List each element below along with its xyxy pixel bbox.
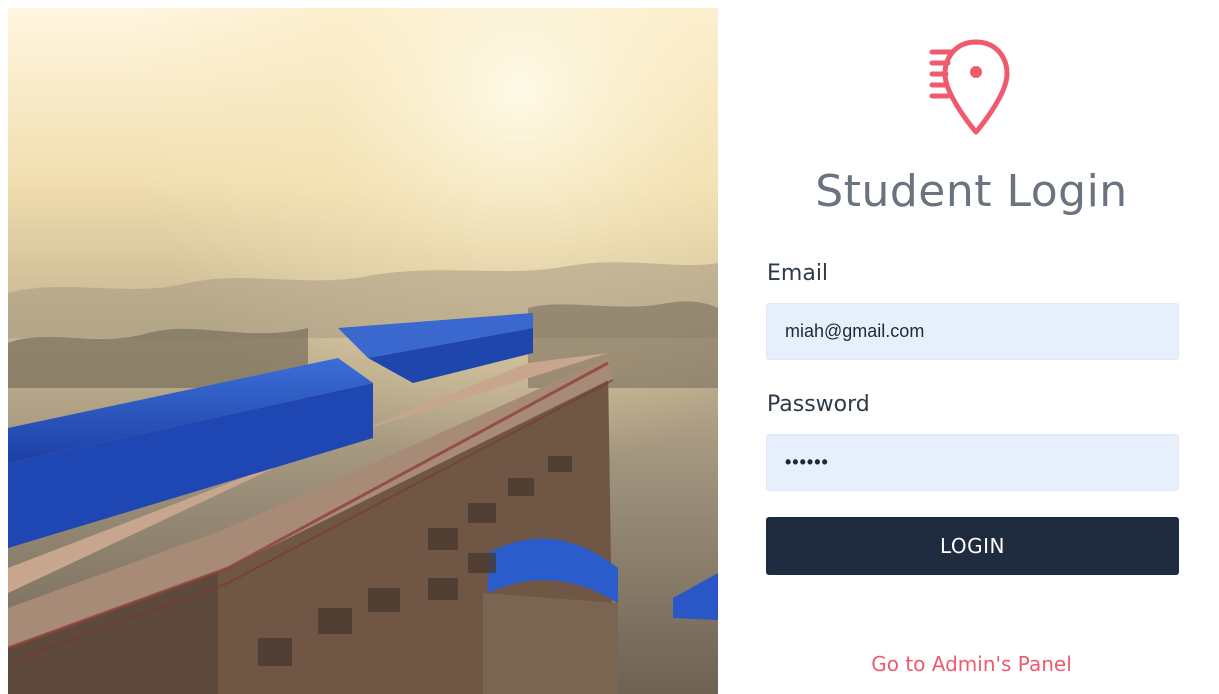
speed-location-pin-icon <box>926 32 1016 142</box>
email-value: miah@gmail.com <box>785 321 925 341</box>
student-login-page: Student Login Email miah@gmail.com Passw… <box>0 0 1219 694</box>
login-button[interactable]: LOGIN <box>766 517 1179 575</box>
admin-panel-link[interactable]: Go to Admin's Panel <box>718 652 1219 676</box>
page-title: Student Login <box>815 166 1128 217</box>
email-label: Email <box>767 261 829 286</box>
password-label: Password <box>767 392 870 417</box>
campus-building-photo <box>8 8 718 694</box>
login-button-label: LOGIN <box>939 534 1006 558</box>
password-value: •••••• <box>785 452 829 472</box>
login-panel: Student Login Email miah@gmail.com Passw… <box>718 8 1219 694</box>
password-field[interactable]: •••••• <box>766 434 1179 491</box>
email-field[interactable]: miah@gmail.com <box>766 303 1179 360</box>
